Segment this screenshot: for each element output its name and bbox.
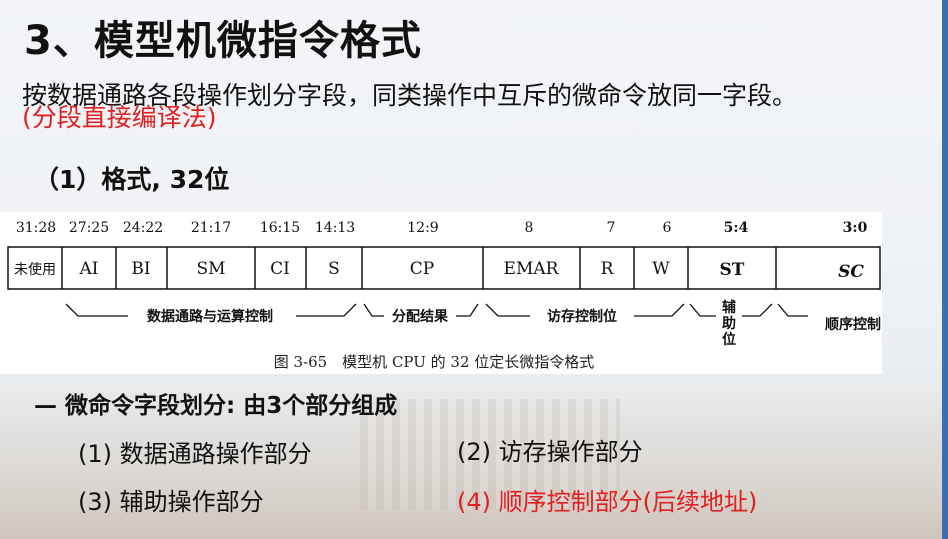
bits-label: 7 (607, 220, 616, 236)
bits-label: 16:15 (260, 220, 300, 236)
group-bracket (485, 303, 530, 317)
group-label-aux: 辅 (722, 299, 736, 316)
group-bracket (742, 303, 773, 317)
slide-accent-bar (942, 0, 948, 539)
group-label-aux: 位 (722, 331, 736, 348)
part-item-4: (4) 顺序控制部分(后续地址) (457, 488, 758, 516)
group-bracket (634, 303, 685, 317)
field-unused: 未使用 (14, 261, 56, 278)
bits-label: 6 (663, 220, 672, 236)
format-heading: （1）格式, 32位 (34, 165, 230, 194)
bits-label: 12:9 (407, 220, 438, 236)
group-bracket (363, 303, 384, 317)
field-r: R (601, 259, 615, 279)
group-label-result: 分配结果 (392, 308, 449, 325)
field-sm: SM (196, 259, 225, 279)
figure-caption: 图 3-65 模型机 CPU 的 32 位定长微指令格式 (274, 353, 595, 371)
part-item-3: (3) 辅助操作部分 (78, 488, 264, 516)
bits-label: 31:28 (16, 220, 56, 236)
format-diagram: 31:28 27:25 24:22 21:17 16:15 14:13 12:9… (7, 220, 881, 371)
field-ci: CI (270, 259, 290, 279)
microinstruction-figure: 31:28 27:25 24:22 21:17 16:15 14:13 12:9… (0, 212, 882, 374)
bits-label: 21:17 (191, 220, 231, 236)
part-item-2: (2) 访存操作部分 (457, 438, 643, 466)
group-label-memory: 访存控制位 (547, 308, 617, 325)
group-bracket (456, 303, 479, 317)
bits-label: 5:4 (724, 220, 749, 236)
field-sc: SC (838, 262, 864, 282)
field-cp: CP (410, 259, 434, 279)
field-bi: BI (131, 259, 150, 279)
field-ai: AI (79, 259, 99, 279)
field-w: W (652, 259, 670, 279)
bits-label: 8 (525, 220, 534, 236)
division-heading: — 微命令字段划分: 由3个部分组成 (34, 393, 398, 419)
group-bracket (777, 303, 808, 317)
slide-title: 3、模型机微指令格式 (24, 18, 422, 64)
bits-label: 14:13 (315, 220, 355, 236)
field-st: ST (720, 260, 745, 280)
field-emar: EMAR (504, 259, 560, 279)
group-bracket (65, 303, 128, 317)
group-label-sequence: 顺序控制 (825, 316, 881, 333)
group-bracket (689, 303, 716, 317)
bits-label: 3:0 (843, 220, 868, 236)
intro-method: (分段直接编译法) (22, 103, 217, 132)
group-label-aux: 助 (722, 315, 736, 332)
part-item-1: (1) 数据通路操作部分 (78, 440, 312, 468)
group-label-datapath: 数据通路与运算控制 (147, 308, 273, 325)
group-bracket (296, 303, 357, 317)
bits-label: 24:22 (123, 220, 163, 236)
bits-label: 27:25 (69, 220, 109, 236)
field-s: S (328, 259, 340, 279)
